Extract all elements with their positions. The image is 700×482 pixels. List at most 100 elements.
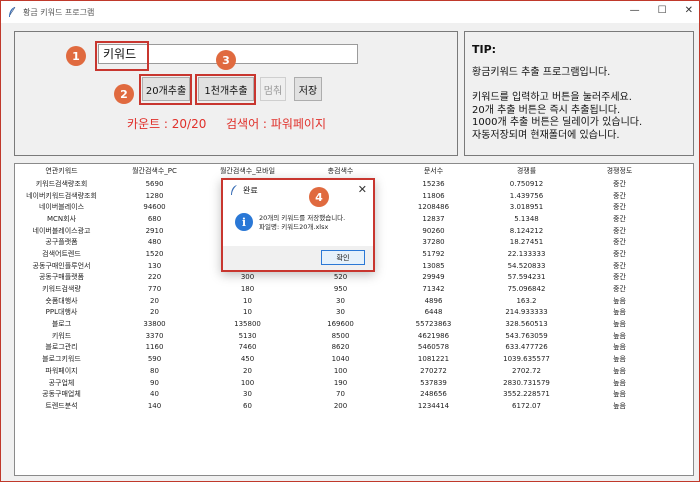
table-cell: 공구플랫폼 [45, 238, 78, 247]
table-cell: 블로그키워드 [42, 355, 81, 364]
table-cell: 20 [243, 366, 252, 375]
table-row[interactable]: 블로그관리 1160 7460 8620 5460578 633.477726 높음 [15, 342, 666, 354]
table-header-row: 연관키워드 월간검색수_PC 월간검색수_모바일 총검색수 문서수 경쟁률 경쟁… [15, 164, 666, 178]
table-cell: 70 [336, 390, 345, 399]
table-cell: 10 [243, 296, 252, 305]
column-header[interactable]: 연관키워드 [15, 164, 108, 178]
tip-line: 자동저장되며 현재폴더에 있습니다. [472, 129, 620, 141]
table-cell: 높음 [613, 355, 626, 364]
table-cell: 10 [243, 308, 252, 317]
table-cell: 중간 [613, 226, 626, 235]
table-row[interactable]: 공동구매업체 40 30 70 248656 3552.228571 높음 [15, 388, 666, 400]
dialog-message-line: 파일명: 키워드20개.xlsx [259, 223, 329, 231]
info-icon: i [235, 213, 253, 231]
table-cell: 검색어트렌드 [42, 249, 81, 258]
table-cell: 100 [240, 378, 255, 387]
highlight-keyword-input [95, 41, 149, 71]
table-cell: 633.477726 [505, 343, 548, 352]
table-cell: 1039.635577 [503, 355, 550, 364]
dialog-title: 완료 [243, 185, 258, 195]
table-cell: 328.560513 [505, 320, 548, 329]
maximize-button[interactable]: ☐ [658, 5, 667, 16]
table-cell: 11806 [422, 191, 445, 200]
table-cell: 20 [150, 308, 159, 317]
column-header[interactable]: 경쟁률 [480, 164, 573, 178]
table-cell: 2910 [145, 226, 164, 235]
table-cell: 90260 [422, 226, 445, 235]
table-row[interactable]: 키워드 3370 5130 8500 4621986 543.763059 높음 [15, 330, 666, 342]
table-cell: 공동구매플랫폼 [38, 273, 85, 282]
table-cell: 3552.228571 [503, 390, 550, 399]
table-cell: 520 [333, 273, 348, 282]
feather-icon [231, 185, 237, 195]
table-cell: 680 [147, 214, 162, 223]
table-cell: 22.133333 [507, 249, 546, 258]
table-cell: 220 [147, 273, 162, 282]
table-cell: 29949 [422, 273, 445, 282]
completion-dialog: 완료 ✕ i 20개의 키워드를 저장했습니다. 파일명: 키워드20개.xls… [221, 178, 375, 272]
ok-button[interactable]: 확인 [321, 250, 365, 265]
table-row[interactable]: 블로그키워드 590 450 1040 1081221 1039.635577 높음 [15, 353, 666, 365]
table-cell: 네이버키워드검색량조회 [26, 191, 97, 200]
table-cell: 12837 [422, 214, 445, 223]
table-cell: 13085 [422, 261, 445, 270]
table-cell: 90 [150, 378, 159, 387]
table-row[interactable]: 숏폼대행사 20 10 30 4896 163.2 높음 [15, 295, 666, 307]
table-cell: 1520 [145, 249, 164, 258]
table-cell: 6172.07 [512, 401, 541, 410]
table-cell: 높음 [613, 308, 626, 317]
table-cell: 공구업체 [48, 378, 75, 387]
table-cell: 33800 [143, 320, 166, 329]
table-cell: 중간 [613, 273, 626, 282]
table-row[interactable]: 트렌드분석 140 60 200 1234414 6172.07 높음 [15, 400, 666, 412]
table-row[interactable]: 공동구매플랫폼 220 300 520 29949 57.594231 중간 [15, 272, 666, 284]
count-status: 카운트 : 20/20 [127, 117, 207, 131]
table-cell: 248656 [420, 390, 447, 399]
table-cell: 480 [147, 238, 162, 247]
title-bar: 황금 키워드 프로그램 — ☐ ✕ [1, 1, 699, 23]
table-cell: 중간 [613, 191, 626, 200]
table-cell: 블로그 [51, 320, 72, 329]
column-header[interactable]: 경쟁정도 [573, 164, 666, 178]
table-cell: 770 [147, 285, 162, 294]
table-cell: 높음 [613, 331, 626, 340]
table-cell: 1.439756 [509, 191, 544, 200]
table-cell: 높음 [613, 296, 626, 305]
close-window-button[interactable]: ✕ [685, 5, 693, 16]
tip-line: 20개 추출 버튼은 즉시 추출됩니다. [472, 104, 621, 116]
table-row[interactable]: PPL대행사 20 10 30 6448 214.933333 높음 [15, 307, 666, 319]
table-cell: 543.763059 [505, 331, 548, 340]
table-cell: 40 [150, 390, 159, 399]
table-cell: 공동구매인플루언서 [32, 261, 91, 270]
column-header[interactable]: 월간검색수_모바일 [201, 164, 294, 178]
table-row[interactable]: 파워페이지 80 20 100 270272 2702.72 높음 [15, 365, 666, 377]
table-cell: 163.2 [516, 296, 537, 305]
table-row[interactable]: 공구업체 90 100 190 537839 2830.731579 높음 [15, 377, 666, 389]
table-cell: 8500 [331, 331, 350, 340]
table-row[interactable]: 블로그 33800 135800 169600 55723863 328.560513 높음 [15, 318, 666, 330]
table-cell: 7460 [238, 343, 257, 352]
tip-line [472, 80, 642, 93]
table-cell: 54.520833 [507, 261, 546, 270]
table-cell: 중간 [613, 249, 626, 258]
table-cell: 1280 [145, 191, 164, 200]
table-cell: 5690 [145, 179, 164, 188]
close-icon[interactable]: ✕ [358, 183, 367, 196]
table-cell: 1081221 [417, 355, 450, 364]
table-cell: 5460578 [417, 343, 450, 352]
table-cell: 높음 [613, 366, 626, 375]
stop-button[interactable]: 멈춰 [260, 77, 286, 101]
table-cell: 키워드검색량조회 [35, 179, 88, 188]
table-cell: 270272 [420, 366, 447, 375]
save-button[interactable]: 저장 [294, 77, 322, 101]
table-cell: 1160 [145, 343, 164, 352]
table-cell: 중간 [613, 214, 626, 223]
column-header[interactable]: 총검색수 [294, 164, 387, 178]
table-cell: 3.018951 [509, 203, 544, 212]
step-marker-1: 1 [66, 46, 86, 66]
column-header[interactable]: 문서수 [387, 164, 480, 178]
table-row[interactable]: 키워드검색량 770 180 950 71342 75.096842 중간 [15, 283, 666, 295]
minimize-button[interactable]: — [630, 5, 640, 16]
column-header[interactable]: 월간검색수_PC [108, 164, 201, 178]
table-cell: 2702.72 [512, 366, 541, 375]
